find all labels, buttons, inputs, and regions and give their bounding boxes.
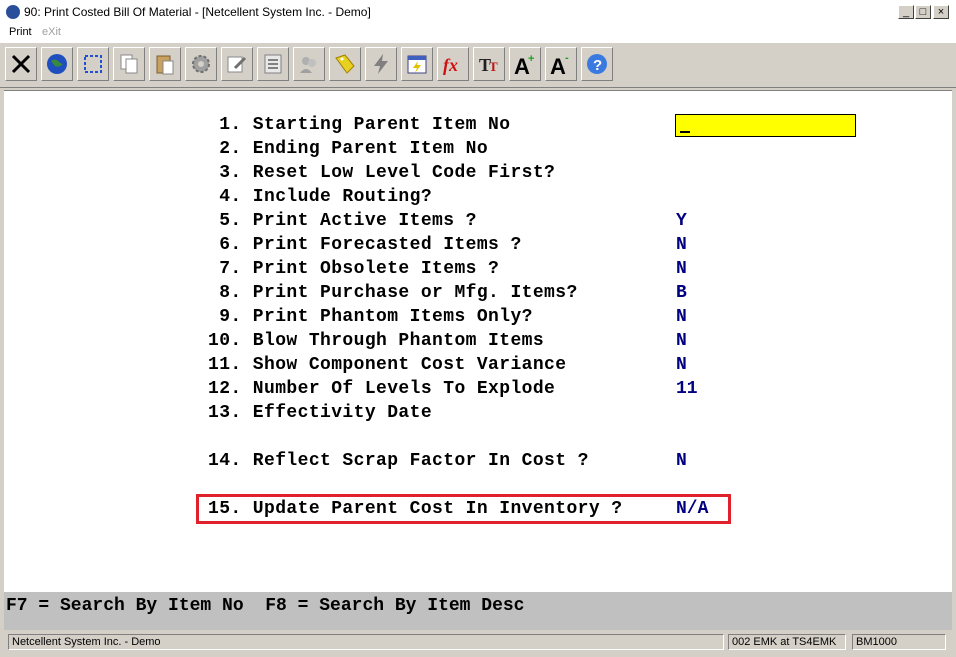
font-decrease-icon: A-: [550, 52, 569, 76]
starting-parent-item-input[interactable]: [675, 114, 856, 137]
field-label-1: 1. Starting Parent Item No: [208, 115, 511, 135]
field-value-14[interactable]: N: [676, 451, 687, 471]
maximize-button[interactable]: □: [915, 5, 931, 19]
svg-text:fx: fx: [443, 55, 458, 75]
field-value-10[interactable]: N: [676, 331, 687, 351]
list-button[interactable]: [257, 47, 289, 81]
field-label-11: 11. Show Component Cost Variance: [208, 355, 567, 375]
help-button[interactable]: ?: [581, 47, 613, 81]
edit-button[interactable]: [221, 47, 253, 81]
text-cursor: [680, 131, 690, 133]
field-label-12: 12. Number Of Levels To Explode: [208, 379, 556, 399]
font-tt-button[interactable]: TT: [473, 47, 505, 81]
field-value-7[interactable]: N: [676, 259, 687, 279]
highlight-annotation-box: [196, 494, 731, 524]
key-tag-icon: [335, 54, 355, 74]
svg-text:+: +: [528, 53, 534, 65]
list-icon: [264, 54, 282, 74]
lightning-icon: [374, 54, 388, 74]
key-tag-button[interactable]: [329, 47, 361, 81]
app-icon: [6, 5, 20, 19]
paste-button[interactable]: [149, 47, 181, 81]
title-bar: 90: Print Costed Bill Of Material - [Net…: [0, 0, 956, 25]
field-label-5: 5. Print Active Items ?: [208, 211, 477, 231]
field-label-7: 7. Print Obsolete Items ?: [208, 259, 500, 279]
field-label-4: 4. Include Routing?: [208, 187, 433, 207]
close-x-icon: [11, 54, 31, 74]
function-key-bar: F7 = Search By Item No F8 = Search By It…: [4, 592, 952, 630]
font-tt-icon: TT: [479, 55, 498, 75]
paste-icon: [156, 55, 174, 75]
field-value-5[interactable]: Y: [676, 211, 687, 231]
field-label-13: 13. Effectivity Date: [208, 403, 433, 423]
help-icon: ?: [587, 54, 607, 74]
field-value-8[interactable]: B: [676, 283, 687, 303]
function-key-hints: F7 = Search By Item No F8 = Search By It…: [6, 596, 525, 616]
calendar-icon: [407, 55, 427, 74]
users-icon: [300, 57, 316, 73]
window-title: 90: Print Costed Bill Of Material - [Net…: [24, 5, 371, 19]
close-x-button[interactable]: [5, 47, 37, 81]
globe-button[interactable]: [41, 47, 73, 81]
settings-icon: [192, 55, 210, 73]
field-value-11[interactable]: N: [676, 355, 687, 375]
copy-button[interactable]: [113, 47, 145, 81]
form-area: 1. Starting Parent Item No 2. Ending Par…: [4, 90, 952, 593]
function-fx-icon: fx: [443, 55, 458, 75]
minimize-button[interactable]: _: [898, 5, 914, 19]
field-label-10: 10. Blow Through Phantom Items: [208, 331, 545, 351]
status-code: BM1000: [852, 634, 946, 650]
svg-text:?: ?: [593, 57, 602, 74]
font-decrease-button[interactable]: A-: [545, 47, 577, 81]
field-value-9[interactable]: N: [676, 307, 687, 327]
close-button[interactable]: ×: [933, 5, 949, 19]
copy-icon: [120, 54, 138, 74]
svg-text:A: A: [550, 54, 566, 76]
function-fx-button[interactable]: fx: [437, 47, 469, 81]
status-bar: Netcellent System Inc. - Demo 002 EMK at…: [4, 632, 952, 652]
lightning-button[interactable]: [365, 47, 397, 81]
field-value-6[interactable]: N: [676, 235, 687, 255]
select-button[interactable]: [77, 47, 109, 81]
menu-exit[interactable]: eXit: [42, 26, 61, 38]
font-increase-button[interactable]: A +: [509, 47, 541, 81]
font-increase-icon: A+: [514, 53, 534, 76]
status-company: Netcellent System Inc. - Demo: [8, 634, 724, 650]
field-value-12[interactable]: 11: [676, 379, 698, 399]
users-button[interactable]: [293, 47, 325, 81]
status-user: 002 EMK at TS4EMK: [728, 634, 846, 650]
menu-print[interactable]: Print: [9, 26, 32, 38]
menu-bar: Print eXit: [0, 24, 956, 42]
globe-icon: [47, 54, 67, 74]
svg-text:-: -: [565, 52, 569, 64]
field-label-8: 8. Print Purchase or Mfg. Items?: [208, 283, 578, 303]
edit-icon: [227, 56, 247, 73]
toolbar: fx TT A + A- ?: [0, 42, 956, 88]
field-label-9: 9. Print Phantom Items Only?: [208, 307, 533, 327]
settings-button[interactable]: [185, 47, 217, 81]
svg-text:T: T: [489, 59, 498, 74]
select-icon: [84, 55, 102, 73]
field-label-3: 3. Reset Low Level Code First?: [208, 163, 556, 183]
field-label-6: 6. Print Forecasted Items ?: [208, 235, 522, 255]
field-label-14: 14. Reflect Scrap Factor In Cost ?: [208, 451, 589, 471]
calendar-button[interactable]: [401, 47, 433, 81]
field-label-2: 2. Ending Parent Item No: [208, 139, 489, 159]
